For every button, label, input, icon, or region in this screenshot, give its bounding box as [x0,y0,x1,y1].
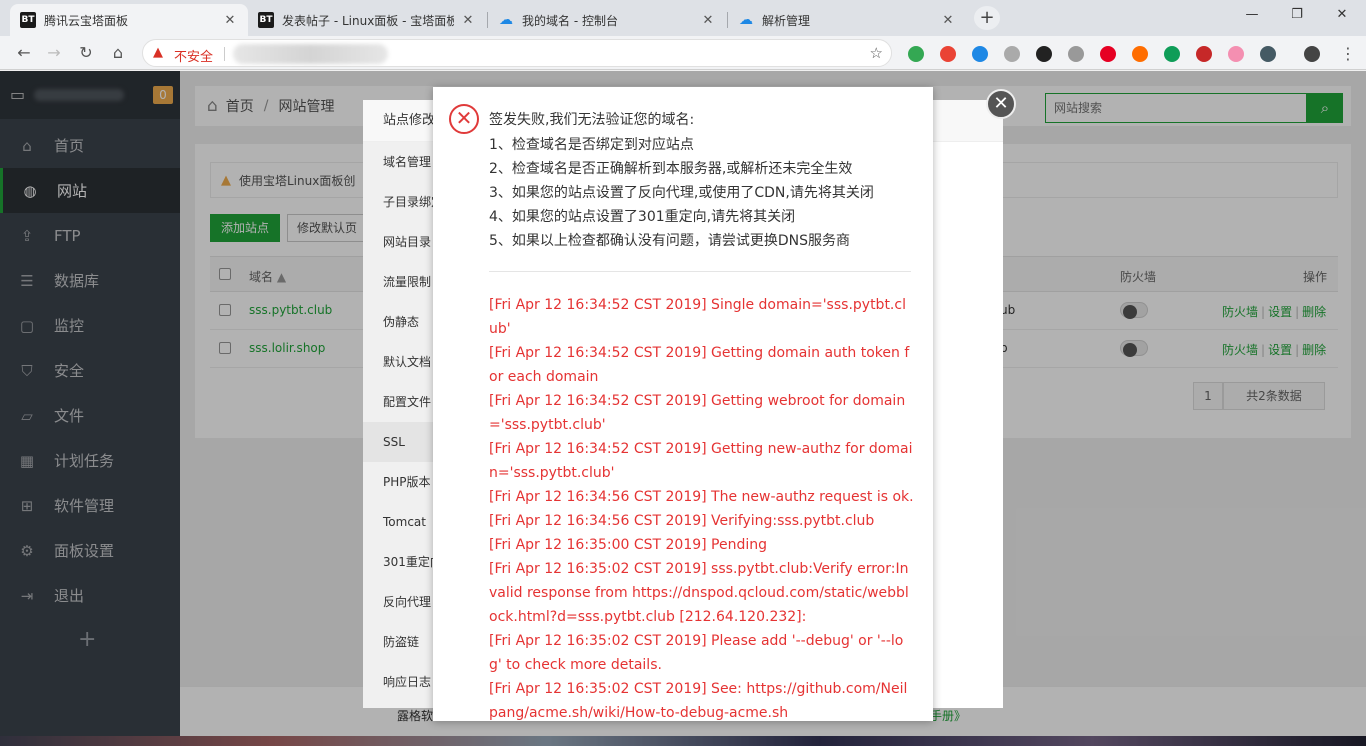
browser-tab-bar: BT 腾讯云宝塔面板 ✕ BT 发表帖子 - Linux面板 - 宝塔面板 ✕ … [0,0,1366,36]
nav-config-file[interactable]: 配置文件 [363,382,433,422]
log-line: [Fri Apr 12 16:34:52 CST 2019] Single do… [489,297,906,337]
error-reason: 4、如果您的站点设置了301重定向,请先将其关闭 [489,209,796,225]
divider [489,271,911,272]
maximize-button[interactable]: ❐ [1277,0,1317,30]
log-line: [Fri Apr 12 16:35:00 CST 2019] Pending [489,537,768,553]
minimize-button[interactable]: — [1232,0,1272,30]
new-tab-button[interactable]: + [974,6,1000,30]
error-reason: 1、检查域名是否绑定到对应站点 [489,137,694,153]
browser-tab[interactable]: ☁ 我的域名 - 控制台 ✕ [488,4,726,36]
site-dialog-nav: 域名管理 子目录绑定 网站目录 流量限制 伪静态 默认文档 配置文件 SSL P… [363,142,433,708]
extension-diamond-icon[interactable] [1260,46,1276,62]
bt-favicon-icon: BT [20,12,36,28]
log-line: [Fri Apr 12 16:34:52 CST 2019] Getting n… [489,441,913,481]
acme-log: [Fri Apr 12 16:34:52 CST 2019] Single do… [489,293,914,725]
nav-rewrite[interactable]: 伪静态 [363,302,433,342]
ssl-error-dialog: ✕ 签发失败,我们无法验证您的域名: 1、检查域名是否绑定到对应站点 2、检查域… [433,87,933,721]
nav-ssl[interactable]: SSL [363,422,433,462]
reload-icon[interactable]: ↻ [74,42,98,64]
nav-redirect[interactable]: 301重定向 [363,542,433,582]
nav-reverse-proxy[interactable]: 反向代理 [363,582,433,622]
log-line: [Fri Apr 12 16:34:52 CST 2019] Getting d… [489,345,910,385]
nav-traffic-limit[interactable]: 流量限制 [363,262,433,302]
browser-tab[interactable]: BT 腾讯云宝塔面板 ✕ [10,4,248,36]
nav-subdirectory[interactable]: 子目录绑定 [363,182,433,222]
extension-infinity-icon[interactable] [1132,46,1148,62]
extension-check-icon[interactable] [908,46,924,62]
error-reason: 5、如果以上检查都确认没有问题，请尝试更换DNS服务商 [489,233,851,249]
close-dialog-button[interactable]: ✕ [986,89,1016,119]
extension-pinterest-icon[interactable] [1100,46,1116,62]
nav-response-log[interactable]: 响应日志 [363,662,433,702]
extension-grid-icon[interactable] [972,46,988,62]
extension-cat-icon[interactable] [1068,46,1084,62]
nav-tomcat[interactable]: Tomcat [363,502,433,542]
extension-link-icon[interactable] [1004,46,1020,62]
tab-label: 腾讯云宝塔面板 [44,13,129,28]
log-line: [Fri Apr 12 16:34:52 CST 2019] Getting w… [489,393,906,433]
browser-tab[interactable]: ☁ 解析管理 ✕ [728,4,966,36]
error-reason-list: 1、检查域名是否绑定到对应站点 2、检查域名是否正确解析到本服务器,或解析还未完… [489,133,874,253]
extension-t-icon[interactable] [1164,46,1180,62]
nav-site-directory[interactable]: 网站目录 [363,222,433,262]
cloud-favicon-icon: ☁ [499,12,513,28]
log-line: [Fri Apr 12 16:34:56 CST 2019] The new-a… [489,489,914,505]
nav-default-doc[interactable]: 默认文档 [363,342,433,382]
bookmark-star-icon[interactable]: ☆ [870,44,883,62]
tab-label: 解析管理 [762,13,811,28]
log-line: [Fri Apr 12 16:35:02 CST 2019] Please ad… [489,633,904,673]
close-icon: ✕ [993,93,1009,114]
security-label[interactable]: 不安全 [174,46,213,65]
close-window-button[interactable]: ✕ [1322,0,1362,30]
error-reason: 2、检查域名是否正确解析到本服务器,或解析还未完全生效 [489,161,853,177]
extension-pin-icon[interactable] [940,46,956,62]
log-line: [Fri Apr 12 16:35:02 CST 2019] sss.pytbt… [489,561,909,625]
tab-label: 我的域名 - 控制台 [522,13,618,28]
warning-triangle-icon: ▲ [153,45,163,60]
extension-flag-icon[interactable] [1196,46,1212,62]
divider [224,47,225,61]
error-reason: 3、如果您的站点设置了反向代理,或使用了CDN,请先将其关闭 [489,185,874,201]
error-title: 签发失败,我们无法验证您的域名: [489,112,695,128]
browser-menu-icon[interactable]: ⋮ [1340,44,1356,63]
extension-panda-icon[interactable] [1036,46,1052,62]
browser-tab[interactable]: BT 发表帖子 - Linux面板 - 宝塔面板 ✕ [248,4,486,36]
cloud-favicon-icon: ☁ [739,12,753,28]
extension-box-icon[interactable] [1228,46,1244,62]
browser-toolbar: ← → ↻ ⌂ ▲ 不安全 ☆ ⋮ [0,36,1366,70]
nav-php-version[interactable]: PHP版本 [363,462,433,502]
address-bar[interactable]: ▲ 不安全 ☆ [142,39,892,67]
nav-domain-management[interactable]: 域名管理 [363,142,433,182]
bt-favicon-icon: BT [258,12,274,28]
close-tab-icon[interactable]: ✕ [940,13,956,28]
profile-avatar-icon[interactable] [1304,46,1320,62]
log-line: [Fri Apr 12 16:35:02 CST 2019] See: http… [489,681,908,721]
nav-hotlink[interactable]: 防盗链 [363,622,433,662]
error-x-icon: ✕ [449,104,479,134]
blurred-url [233,44,388,64]
tab-label: 发表帖子 - Linux面板 - 宝塔面板 [282,13,454,28]
log-line: [Fri Apr 12 16:34:56 CST 2019] Verifying… [489,513,875,529]
close-tab-icon[interactable]: ✕ [460,13,476,28]
back-arrow-icon[interactable]: ← [12,42,36,64]
forward-arrow-icon[interactable]: → [42,42,66,64]
close-tab-icon[interactable]: ✕ [222,13,238,28]
home-icon[interactable]: ⌂ [106,42,130,64]
close-tab-icon[interactable]: ✕ [700,13,716,28]
